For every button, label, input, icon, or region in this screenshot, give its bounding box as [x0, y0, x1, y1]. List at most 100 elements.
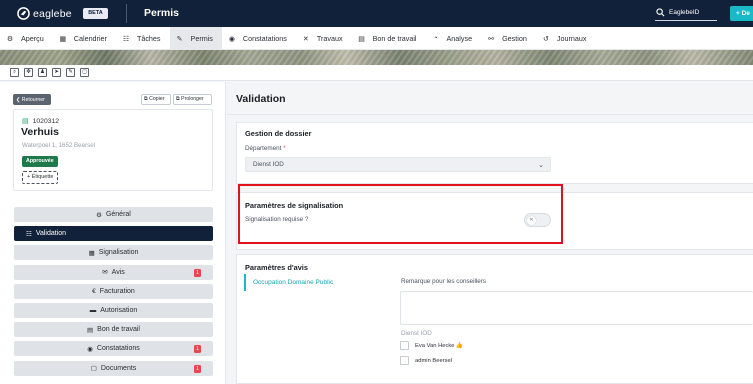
remark-textarea[interactable]: [400, 291, 753, 325]
document-icon: ▤: [358, 35, 365, 43]
search-input[interactable]: [669, 7, 715, 18]
sidebar-item-validation[interactable]: ☷ Validation: [14, 226, 213, 242]
gear-icon: ⚙: [6, 35, 14, 43]
tab-label: Travaux: [316, 34, 343, 43]
sidebar-item-label: Bon de travail: [97, 326, 140, 334]
tab-label: Bon de travail: [372, 34, 417, 43]
department-value: Dienst IOD: [253, 161, 284, 168]
tab-label: Gestion: [502, 34, 527, 43]
sidebar-item-bon-de-travail[interactable]: ▤ Bon de travail: [14, 322, 213, 338]
person-icon[interactable]: ♟: [38, 68, 47, 77]
tab-t-ches[interactable]: ☷ Tâches: [116, 27, 170, 50]
header-divider: [126, 4, 127, 23]
remark-label: Remarque pour les conseillers: [401, 278, 487, 285]
dossier-card: ▤ 1020312 Verhuis Waterpoel 1, 1652 Beer…: [13, 109, 213, 191]
dossier-address: Waterpoel 1, 1652 Beersel: [22, 142, 96, 149]
tab-label: Constatations: [242, 34, 287, 43]
main-nav: ⚙ Aperçu ▦ Calendrier ☷ Tâches ✎ Permis ◉ Constat…: [0, 27, 753, 50]
department-select[interactable]: Dienst IOD ⌄: [245, 157, 551, 172]
sidebar-item-label: Constatations: [96, 345, 140, 353]
copy-button[interactable]: ⧉ Copier: [141, 94, 171, 105]
tab-occupation-domaine-public[interactable]: Occupation Domaine Public: [244, 274, 390, 291]
advisor-row: admin Beersel: [400, 356, 452, 365]
top-bar: eaglebe BETA Permis + De: [0, 0, 753, 27]
sidebar-item-signalisation[interactable]: ▦ Signalisation: [14, 245, 213, 261]
euro-icon: €: [92, 287, 96, 295]
back-button[interactable]: ❮ Retourner: [13, 94, 51, 105]
tab-journaux[interactable]: ↺ Journaux: [536, 27, 596, 50]
count-badge: 1: [194, 345, 201, 354]
beta-badge: BETA: [83, 8, 108, 19]
file-icon: ▢: [90, 365, 97, 373]
title-divider: [227, 114, 753, 115]
tab-label: Aperçu: [21, 34, 44, 43]
pencil-icon[interactable]: ✎: [66, 68, 75, 77]
chevron-down-icon: ⌄: [538, 162, 544, 169]
advisor-checkbox[interactable]: [400, 341, 409, 350]
history-icon: ↺: [542, 35, 549, 43]
advisor-checkbox[interactable]: [400, 356, 409, 365]
tab-travaux[interactable]: ✕ Travaux: [296, 27, 352, 50]
sidebar-item-avis[interactable]: ✉ Avis 1: [14, 264, 213, 280]
eagle-logo-icon: [17, 7, 30, 20]
pointer-icon[interactable]: ➤: [52, 68, 61, 77]
tab-permis[interactable]: ✎ Permis: [169, 27, 222, 50]
sidebar-item-label: Avis: [111, 268, 125, 276]
chart-icon: ◔: [433, 35, 438, 42]
map-view[interactable]: [0, 50, 753, 65]
calendar-icon: ▦: [59, 35, 67, 43]
map-toolbar: ⌕ ✥ ♟ ➤ ✎ ◻: [0, 65, 753, 81]
settings-icon: ⚯: [488, 35, 495, 43]
eye-icon: ◉: [228, 35, 235, 43]
sidebar-item-facturation[interactable]: € Facturation: [14, 283, 213, 299]
zoom-icon[interactable]: ⌕: [10, 68, 19, 77]
dossier-id-value: 1020312: [32, 117, 60, 125]
map-imagery: [0, 50, 753, 65]
tab-calendrier[interactable]: ▦ Calendrier: [53, 27, 116, 50]
eye-icon: ◉: [87, 345, 93, 353]
sidebar-item-label: Autorisation: [100, 307, 138, 314]
square-icon[interactable]: ◻: [80, 68, 89, 77]
roadwork-icon: ✕: [302, 35, 309, 43]
department-label: Département *: [245, 145, 286, 152]
checklist-icon: ☷: [26, 230, 32, 238]
sidebar-item-label: Facturation: [99, 287, 135, 295]
avis-title: Paramètres d'avis: [245, 263, 308, 272]
advisor-row: Eva Van Hecke 👍: [400, 341, 463, 350]
count-badge: 1: [194, 268, 201, 277]
sidebar-item-label: Documents: [100, 364, 137, 372]
sidebar-item-label: Signalisation: [98, 249, 139, 257]
add-button[interactable]: + De: [730, 6, 753, 21]
advisor-group: Dienst IOD: [401, 330, 432, 337]
app-title: Permis: [144, 7, 180, 19]
count-badge: 1: [194, 364, 201, 373]
document-icon: ▤: [87, 326, 94, 334]
tab-label: Tâches: [136, 34, 161, 43]
signage-icon: ▦: [88, 249, 95, 257]
tab-gestion[interactable]: ⚯ Gestion: [481, 27, 536, 50]
tab-label: Analyse: [446, 34, 473, 43]
dossier-name: Verhuis: [21, 126, 59, 138]
advisor-name: admin Beersel: [415, 357, 453, 364]
add-tag-button[interactable]: + Étiquette: [22, 171, 59, 184]
tab-aper-u[interactable]: ⚙ Aperçu: [0, 27, 53, 50]
brand-logo[interactable]: eaglebe: [17, 7, 72, 20]
dossier-id: ▤ 1020312: [22, 117, 60, 126]
sidebar-item-label: Validation: [35, 230, 67, 238]
move-icon[interactable]: ✥: [24, 68, 33, 77]
advisor-name: Eva Van Hecke: [415, 342, 455, 349]
sidebar-item-constatations[interactable]: ◉ Constatations 1: [14, 341, 213, 357]
extend-button[interactable]: ⧉ Prolonger: [173, 94, 212, 105]
required-marker: *: [283, 145, 286, 152]
tab-bon-de-travail[interactable]: ▤ Bon de travail: [352, 27, 426, 50]
tab-analyse[interactable]: ◔ Analyse: [426, 27, 482, 50]
sidebar-item-g-n-ral[interactable]: ⚙ Général: [14, 207, 213, 222]
gestion-card: [236, 122, 753, 184]
gear-icon: ⚙: [96, 211, 102, 219]
user-search[interactable]: [655, 6, 717, 21]
search-icon: [656, 8, 665, 17]
checklist-icon: ☷: [122, 35, 130, 43]
sidebar-item-autorisation[interactable]: ▬ Autorisation: [14, 303, 213, 318]
tab-constatations[interactable]: ◉ Constatations: [222, 27, 296, 50]
sidebar-item-documents[interactable]: ▢ Documents 1: [14, 360, 213, 376]
